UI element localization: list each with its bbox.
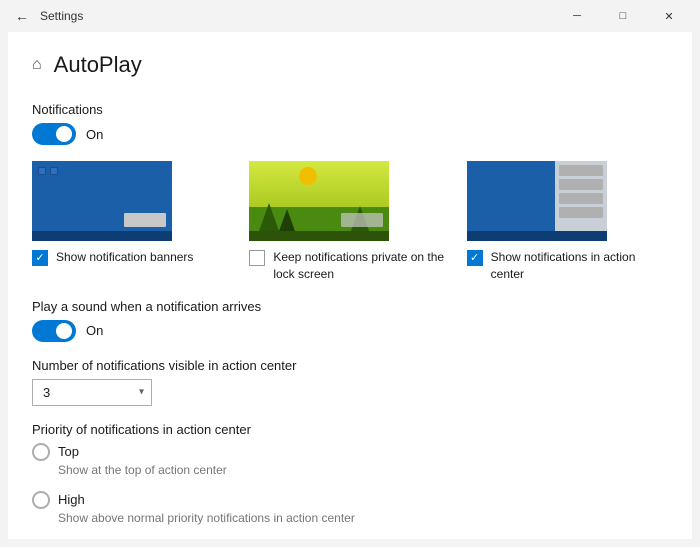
notifications-toggle[interactable] — [32, 123, 76, 145]
number-dropdown-wrap: 1 3 5 10 20 ▾ — [32, 379, 152, 406]
notifications-label: Notifications — [32, 102, 668, 117]
back-button[interactable]: ← — [8, 2, 36, 30]
radio-top[interactable] — [32, 443, 50, 461]
checkbox-label-lockscreen: Keep notifications private on the lock s… — [273, 249, 450, 283]
preview-img-banners — [32, 161, 172, 241]
preview-item-actioncenter: Show notifications in action center — [467, 161, 668, 283]
radio-item-high: High Show above normal priority notifica… — [32, 491, 668, 525]
checkbox-label-banners: Show notification banners — [56, 249, 193, 266]
radio-sublabel-top: Show at the top of action center — [58, 463, 668, 477]
sound-label: Play a sound when a notification arrives — [32, 299, 668, 314]
priority-label: Priority of notifications in action cent… — [32, 422, 668, 437]
priority-radio-group: Top Show at the top of action center Hig… — [32, 443, 668, 539]
radio-row-high: High — [32, 491, 668, 509]
page-header: ⌂ AutoPlay — [32, 52, 668, 78]
radio-row-top: Top — [32, 443, 668, 461]
main-content: ⌂ AutoPlay Notifications On — [8, 32, 692, 539]
radio-label-top: Top — [58, 444, 79, 459]
checkbox-row-lockscreen: Keep notifications private on the lock s… — [249, 249, 450, 283]
titlebar-controls: ─ □ ✕ — [554, 0, 692, 32]
preview-options-row: Show notification banners Keep no — [32, 161, 668, 283]
radio-high[interactable] — [32, 491, 50, 509]
checkbox-row-actioncenter: Show notifications in action center — [467, 249, 668, 283]
checkbox-row-banners: Show notification banners — [32, 249, 193, 266]
notifications-toggle-label: On — [86, 127, 103, 142]
number-dropdown[interactable]: 1 3 5 10 20 — [32, 379, 152, 406]
checkbox-label-actioncenter: Show notifications in action center — [491, 249, 668, 283]
preview-item-banners: Show notification banners — [32, 161, 233, 283]
titlebar: ← Settings ─ □ ✕ — [0, 0, 700, 32]
preview-img-lockscreen — [249, 161, 389, 241]
close-button[interactable]: ✕ — [646, 0, 692, 32]
page-title: AutoPlay — [54, 52, 142, 78]
minimize-button[interactable]: ─ — [554, 0, 600, 32]
number-label: Number of notifications visible in actio… — [32, 358, 668, 373]
sound-toggle-label: On — [86, 323, 103, 338]
preview-img-actioncenter — [467, 161, 607, 241]
titlebar-title: Settings — [40, 9, 554, 23]
sound-toggle-row: On — [32, 320, 668, 342]
maximize-button[interactable]: □ — [600, 0, 646, 32]
checkbox-actioncenter[interactable] — [467, 250, 483, 266]
preview-item-lockscreen: Keep notifications private on the lock s… — [249, 161, 450, 283]
sound-toggle[interactable] — [32, 320, 76, 342]
checkbox-banners[interactable] — [32, 250, 48, 266]
radio-label-high: High — [58, 492, 85, 507]
checkbox-lockscreen[interactable] — [249, 250, 265, 266]
radio-sublabel-high: Show above normal priority notifications… — [58, 511, 668, 525]
radio-item-top: Top Show at the top of action center — [32, 443, 668, 477]
home-icon[interactable]: ⌂ — [32, 56, 42, 74]
notifications-toggle-row: On — [32, 123, 668, 145]
